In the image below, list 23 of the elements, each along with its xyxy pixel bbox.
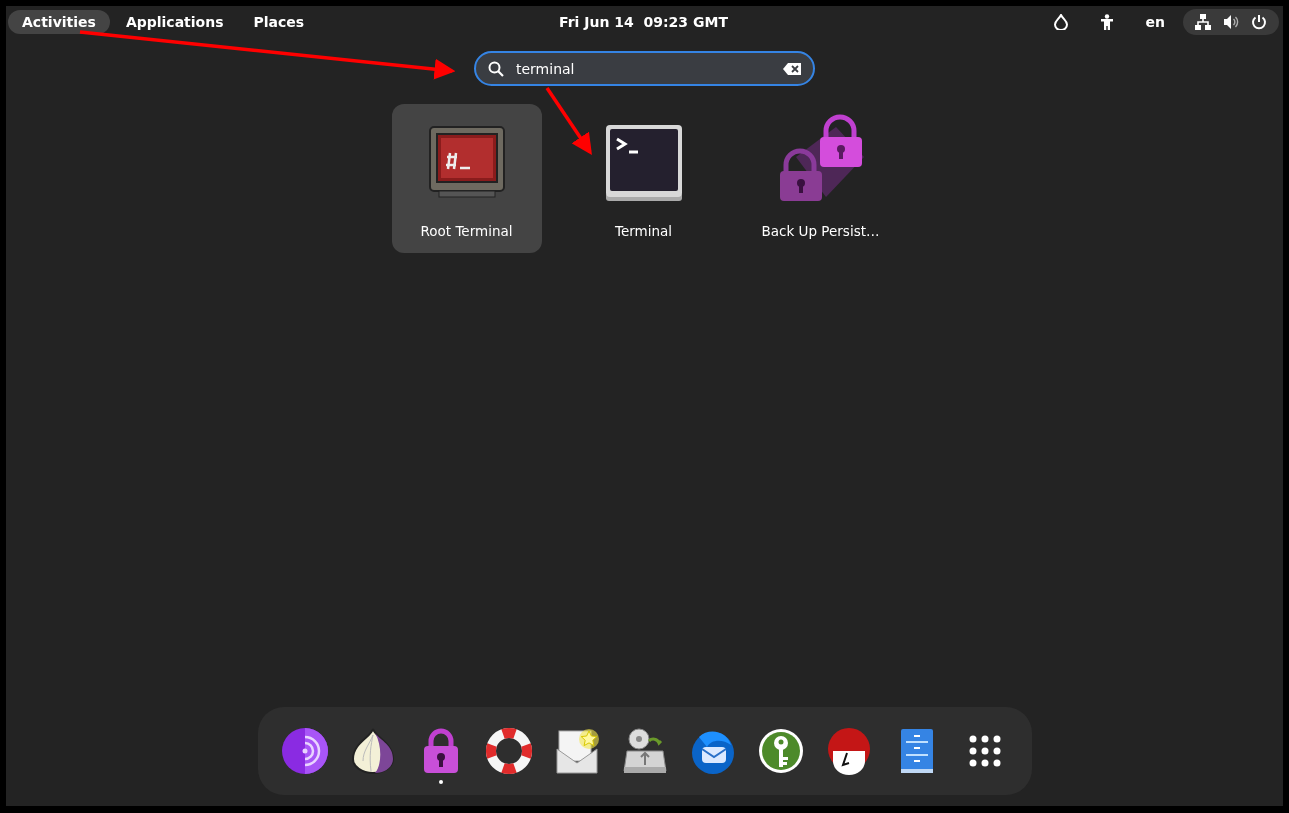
volume-icon	[1223, 14, 1239, 30]
lifebuoy-icon[interactable]	[484, 727, 533, 775]
language-indicator[interactable]: en	[1131, 10, 1179, 34]
power-icon	[1251, 14, 1267, 30]
drive-icon[interactable]	[620, 727, 669, 775]
app-tile[interactable]: Terminal	[568, 104, 719, 253]
clock[interactable]: Fri Jun 14 09:23 GMT	[559, 14, 728, 30]
clear-icon[interactable]	[783, 62, 801, 75]
search-field[interactable]: terminal	[474, 51, 815, 86]
app-tile[interactable]: Root Terminal	[391, 104, 542, 253]
app-grid-icon[interactable]	[967, 734, 1002, 768]
activities-button[interactable]: Activities	[8, 10, 110, 34]
terminal-icon	[603, 123, 684, 203]
drop-icon[interactable]	[1053, 14, 1068, 30]
accessibility-icon[interactable]	[1099, 14, 1114, 30]
menu-button[interactable]: Places	[239, 10, 319, 34]
network-icon	[1195, 14, 1211, 30]
menu-button[interactable]: Applications	[111, 10, 238, 34]
system-menu[interactable]	[1183, 9, 1279, 35]
key-circle-icon[interactable]	[756, 727, 805, 775]
annotation-arrow	[545, 87, 592, 155]
onion-circle-icon[interactable]	[280, 727, 329, 775]
app-tile[interactable]: Back Up Persist…	[745, 104, 896, 253]
